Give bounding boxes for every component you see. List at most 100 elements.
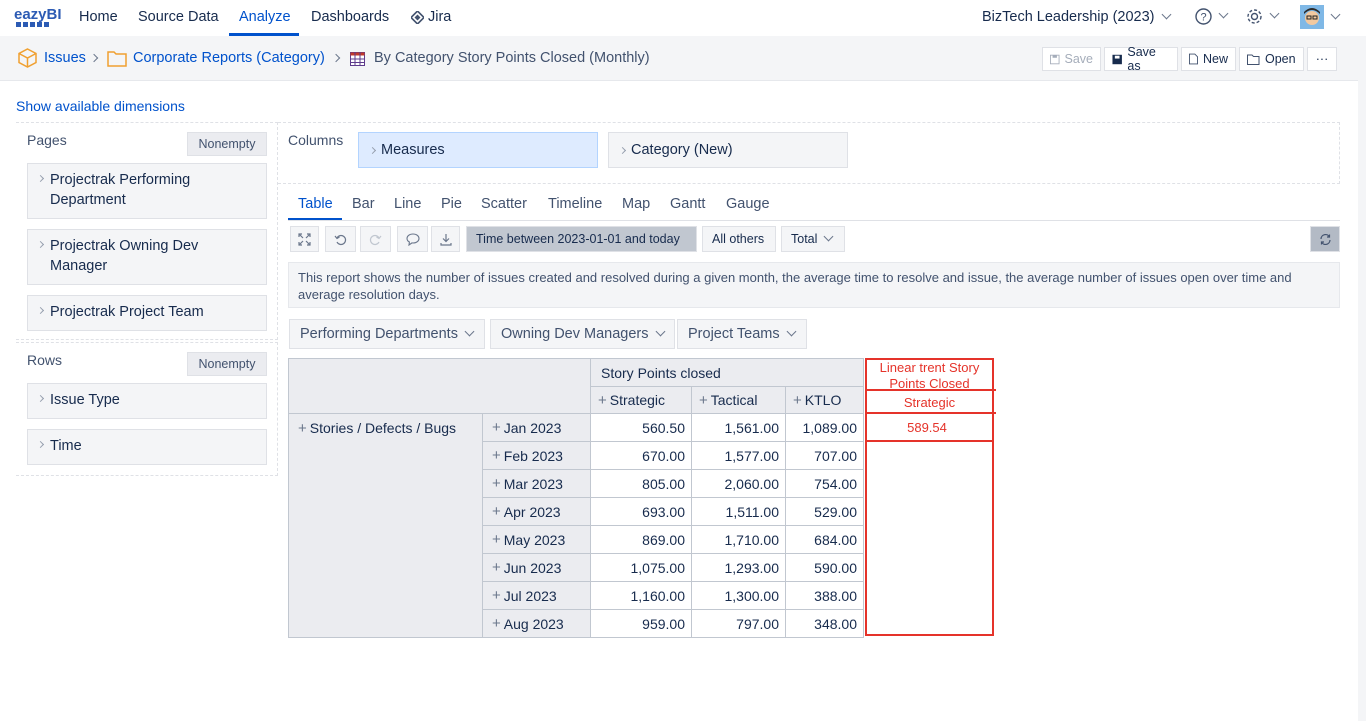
table-cell: 797.00 — [691, 609, 786, 638]
undo-button[interactable] — [325, 226, 356, 252]
time-filter-button[interactable]: Time between 2023-01-01 and today — [466, 226, 697, 252]
page-dimension-owning-dev-manager[interactable]: Projectrak Owning Dev Manager — [27, 229, 267, 285]
redo-button[interactable] — [360, 226, 391, 252]
column-header-strategic[interactable]: + Strategic — [590, 386, 692, 414]
column-header-label: Tactical — [710, 392, 758, 408]
rows-nonempty-toggle[interactable]: Nonempty — [187, 352, 267, 376]
row-header-month[interactable]: + Jul 2023 — [482, 581, 591, 610]
expand-plus-icon[interactable]: + — [492, 447, 501, 464]
column-dimension-measures[interactable]: Measures — [358, 132, 598, 168]
table-report-icon — [350, 52, 365, 66]
expand-plus-icon[interactable]: + — [492, 615, 501, 632]
row-dimension-issue-type[interactable]: Issue Type — [27, 383, 267, 419]
row-header-month[interactable]: + Apr 2023 — [482, 497, 591, 526]
breadcrumb-report-title: By Category Story Points Closed (Monthly… — [374, 50, 650, 66]
nav-source-data[interactable]: Source Data — [138, 9, 219, 25]
table-cell: 684.00 — [785, 525, 864, 554]
tab-table[interactable]: Table — [298, 196, 333, 212]
pages-label: Pages — [27, 132, 67, 148]
account-name: BizTech Leadership (2023) — [982, 9, 1155, 25]
chevron-right-icon — [368, 146, 377, 155]
user-menu[interactable] — [1300, 5, 1341, 29]
table-cell: 560.50 — [590, 413, 692, 442]
comment-button[interactable] — [397, 226, 428, 252]
svg-text:?: ? — [1200, 12, 1206, 24]
expand-plus-icon[interactable]: + — [492, 531, 501, 548]
expand-plus-icon[interactable]: + — [298, 420, 307, 437]
column-label: Measures — [381, 142, 445, 158]
row-header-month[interactable]: + Jan 2023 — [482, 413, 591, 442]
row-header-month[interactable]: + Aug 2023 — [482, 609, 591, 638]
select-performing-departments[interactable]: Performing Departments — [289, 319, 485, 349]
tab-gauge[interactable]: Gauge — [726, 196, 770, 212]
expand-plus-icon[interactable]: + — [598, 392, 607, 409]
row-group-header[interactable]: + Stories / Defects / Bugs — [288, 413, 483, 638]
row-header-label: Jun 2023 — [503, 559, 562, 576]
select-project-teams[interactable]: Project Teams — [677, 319, 807, 349]
nav-jira[interactable]: Jira — [411, 9, 451, 25]
measure-header-label: Story Points closed — [601, 364, 721, 381]
save-as-button[interactable]: Save as — [1104, 45, 1178, 73]
row-dimension-time[interactable]: Time — [27, 429, 267, 465]
expand-plus-icon[interactable]: + — [492, 559, 501, 576]
fullscreen-button[interactable] — [290, 226, 319, 252]
dimension-label: Projectrak Owning Dev Manager — [50, 238, 199, 274]
breadcrumb-corporate-reports[interactable]: Corporate Reports (Category) — [133, 50, 325, 66]
chevron-down-icon — [1330, 9, 1341, 19]
row-header-month[interactable]: + Jun 2023 — [482, 553, 591, 582]
column-label: Category (New) — [631, 142, 733, 158]
redo-icon — [369, 234, 382, 245]
table-cell: 1,710.00 — [691, 525, 786, 554]
tab-gantt[interactable]: Gantt — [670, 196, 705, 212]
row-header-month[interactable]: + Mar 2023 — [482, 469, 591, 498]
trend-annotation-value: 589.54 — [907, 420, 947, 435]
help-menu[interactable]: ? — [1195, 8, 1229, 25]
expand-plus-icon[interactable]: + — [492, 475, 501, 492]
expand-plus-icon[interactable]: + — [492, 503, 501, 520]
chevron-right-icon — [36, 440, 45, 449]
account-switcher[interactable]: BizTech Leadership (2023) — [982, 9, 1171, 25]
show-dimensions-link[interactable]: Show available dimensions — [16, 98, 185, 114]
select-label: Performing Departments — [300, 326, 458, 342]
tab-pie[interactable]: Pie — [441, 196, 462, 212]
dimension-label: Projectrak Project Team — [50, 304, 204, 320]
expand-plus-icon[interactable]: + — [492, 419, 501, 436]
save-button[interactable]: Save — [1042, 47, 1101, 71]
row-header-month[interactable]: + May 2023 — [482, 525, 591, 554]
nav-home[interactable]: Home — [79, 9, 118, 25]
tab-timeline[interactable]: Timeline — [548, 196, 602, 212]
export-button[interactable] — [431, 226, 460, 252]
expand-plus-icon[interactable]: + — [793, 392, 802, 409]
breadcrumb-issues[interactable]: Issues — [44, 50, 86, 66]
expand-plus-icon[interactable]: + — [699, 392, 708, 409]
new-button[interactable]: New — [1181, 47, 1236, 71]
column-dimension-category[interactable]: Category (New) — [608, 132, 848, 168]
select-owning-dev-managers[interactable]: Owning Dev Managers — [490, 319, 675, 349]
pages-nonempty-toggle[interactable]: Nonempty — [187, 132, 267, 156]
row-header-month[interactable]: + Feb 2023 — [482, 441, 591, 470]
open-button[interactable]: Open — [1239, 47, 1304, 71]
page-dimension-project-team[interactable]: Projectrak Project Team — [27, 295, 267, 331]
expand-plus-icon[interactable]: + — [492, 587, 501, 604]
tab-scatter[interactable]: Scatter — [481, 196, 527, 212]
eazybi-logo[interactable]: eazyBI — [14, 4, 62, 28]
nav-analyze[interactable]: Analyze — [239, 9, 291, 25]
folder-open-icon — [1247, 54, 1260, 65]
page-dimension-performing-department[interactable]: Projectrak Performing Department — [27, 163, 267, 219]
tab-bar[interactable]: Bar — [352, 196, 375, 212]
new-document-icon — [1189, 53, 1198, 65]
column-header-ktlo[interactable]: + KTLO — [785, 386, 864, 414]
more-actions-button[interactable]: ··· — [1307, 47, 1337, 71]
chevron-down-icon — [464, 326, 475, 336]
table-cell: 1,300.00 — [691, 581, 786, 610]
all-others-button[interactable]: All others — [702, 226, 776, 252]
tab-map[interactable]: Map — [622, 196, 650, 212]
total-dropdown[interactable]: Total — [781, 226, 845, 252]
refresh-button[interactable] — [1310, 226, 1340, 252]
settings-menu[interactable] — [1246, 8, 1280, 25]
row-header-label: Feb 2023 — [503, 447, 563, 464]
nav-dashboards[interactable]: Dashboards — [311, 9, 389, 25]
tab-line[interactable]: Line — [394, 196, 421, 212]
column-header-tactical[interactable]: + Tactical — [691, 386, 786, 414]
page-scrollbar[interactable] — [1358, 36, 1366, 721]
